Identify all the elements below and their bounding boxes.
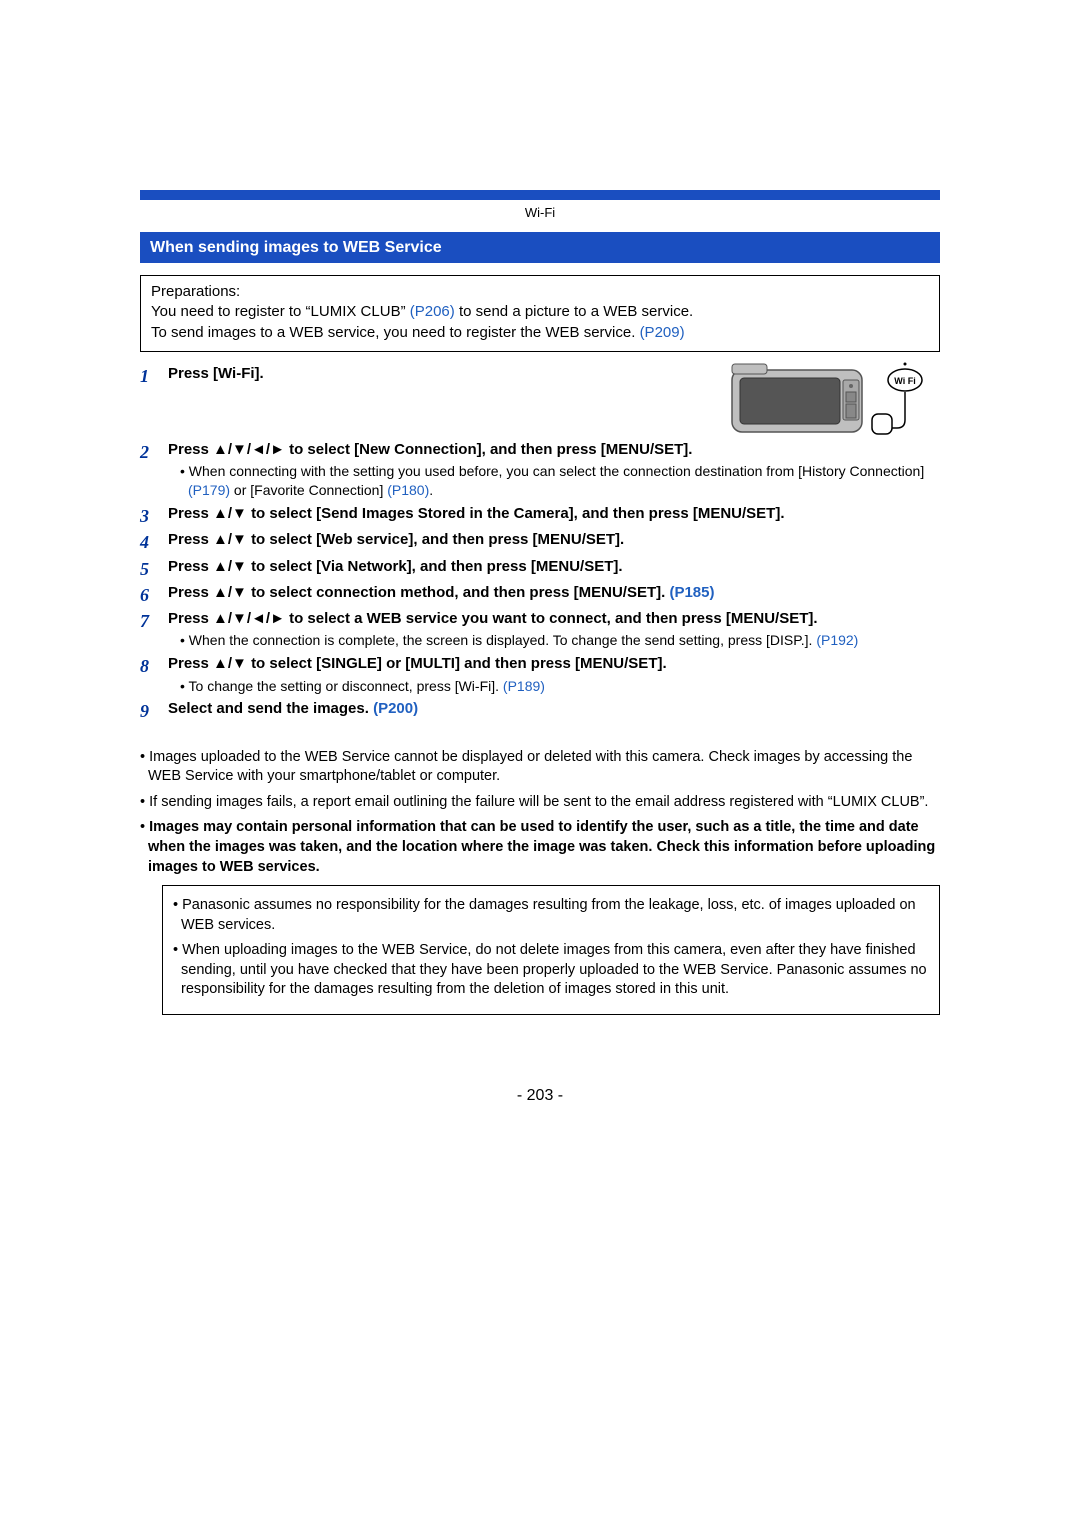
preparations-box: Preparations: You need to register to “L… [140, 275, 940, 352]
step-6-text: Press ▲/▼ to select connection method, a… [168, 584, 669, 601]
step-2-text: Press ▲/▼/◄/► to select [New Connection]… [168, 441, 692, 458]
step-2-sub: • When connecting with the setting you u… [180, 462, 940, 500]
step-7: 7 Press ▲/▼/◄/► to select a WEB service … [140, 609, 940, 652]
step-3-text: Press ▲/▼ to select [Send Images Stored … [168, 505, 785, 522]
step-9: 9 Select and send the images. (P200) [140, 699, 940, 723]
link-p185[interactable]: (P185) [669, 584, 714, 601]
step-2: 2 Press ▲/▼/◄/► to select [New Connectio… [140, 440, 940, 502]
camera-illustration: Wi Fi [730, 362, 940, 438]
warning-1: • Panasonic assumes no responsibility fo… [173, 896, 929, 935]
step-8-sub: • To change the setting or disconnect, p… [180, 677, 940, 696]
step-4: 4 Press ▲/▼ to select [Web service], and… [140, 530, 940, 554]
preparations-label: Preparations: [151, 282, 929, 302]
step-9-text: Select and send the images. [168, 700, 373, 717]
step-1: 1 Press [Wi-Fi]. [140, 364, 710, 388]
step-8: 8 Press ▲/▼ to select [SINGLE] or [MULTI… [140, 654, 940, 697]
preparations-line-1: You need to register to “LUMIX CLUB” (P2… [151, 302, 929, 322]
step-7-sub: • When the connection is complete, the s… [180, 631, 940, 650]
step-8-text: Press ▲/▼ to select [SINGLE] or [MULTI] … [168, 655, 667, 672]
warning-box: • Panasonic assumes no responsibility fo… [162, 885, 940, 1015]
preparations-line-2: To send images to a WEB service, you nee… [151, 323, 929, 343]
step-4-text: Press ▲/▼ to select [Web service], and t… [168, 531, 624, 548]
step-1-text: Press [Wi-Fi]. [168, 365, 264, 382]
step-5: 5 Press ▲/▼ to select [Via Network], and… [140, 557, 940, 581]
step-3: 3 Press ▲/▼ to select [Send Images Store… [140, 504, 940, 528]
link-p180[interactable]: (P180) [387, 482, 429, 498]
manual-page: Wi-Fi When sending images to WEB Service… [140, 190, 940, 1106]
link-p189[interactable]: (P189) [503, 678, 545, 694]
notes-block: • Images uploaded to the WEB Service can… [140, 748, 940, 1015]
chapter-label: Wi-Fi [140, 200, 940, 228]
link-p179[interactable]: (P179) [188, 482, 230, 498]
warning-2: • When uploading images to the WEB Servi… [173, 941, 929, 1000]
step-7-text: Press ▲/▼/◄/► to select a WEB service yo… [168, 610, 818, 627]
svg-text:Wi Fi: Wi Fi [894, 376, 915, 386]
top-accent-bar [140, 190, 940, 200]
link-p200[interactable]: (P200) [373, 700, 418, 717]
step-5-text: Press ▲/▼ to select [Via Network], and t… [168, 558, 623, 575]
link-p192[interactable]: (P192) [816, 632, 858, 648]
steps-list: 1 Press [Wi-Fi]. Wi Fi 2 [140, 362, 940, 724]
note-3: • Images may contain personal informatio… [140, 818, 940, 877]
link-p206[interactable]: (P206) [410, 303, 455, 320]
section-title: When sending images to WEB Service [140, 232, 940, 264]
step-6: 6 Press ▲/▼ to select connection method,… [140, 583, 940, 607]
link-p209[interactable]: (P209) [640, 324, 685, 341]
note-1: • Images uploaded to the WEB Service can… [140, 748, 940, 787]
page-number: - 203 - [140, 1085, 940, 1107]
note-2: • If sending images fails, a report emai… [140, 793, 940, 813]
